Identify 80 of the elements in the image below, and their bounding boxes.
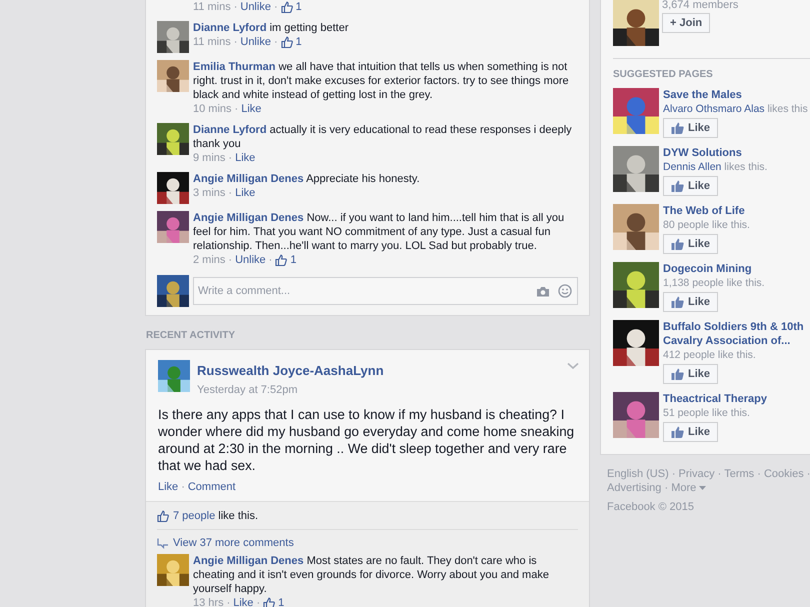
like-button[interactable]: Like [663,176,718,196]
like-count[interactable]: 1 [296,35,302,49]
comment-text: Angie Milligan Denes Most states are no fault. They don't care who is cheating and it isn't even grounds for divorce. Worry about you and make yourself happy. [193,554,550,596]
comment-time: 9 mins [193,151,226,165]
separator: · [228,151,232,165]
separator: · [228,186,232,200]
like-button[interactable]: Like [663,292,718,312]
separator: · [806,468,810,480]
comment-text: Dianne Lyford im getting better [193,21,350,35]
likes-summary: 7 people like this. [173,510,258,522]
separator: · [181,481,185,493]
comment-time: 3 mins [193,186,226,200]
comment-link[interactable]: Comment [188,481,236,493]
separator: · [256,596,260,607]
join-button[interactable]: + Join [662,13,710,33]
like-count[interactable]: 1 [290,253,296,267]
comment-author[interactable]: Angie Milligan Denes [193,555,304,567]
separator: · [234,35,238,49]
member-count: 3,674 members [662,0,738,11]
like-link[interactable]: Like [233,596,254,607]
separator: · [274,0,278,14]
comment-author[interactable]: Angie Milligan Denes [193,212,304,224]
page-name[interactable]: The Web of Life [663,204,810,218]
comment-author[interactable]: Emilia Thurman [193,61,276,73]
separator: · [228,253,232,267]
post-author[interactable]: Russwealth Joyce-AashaLynn [197,363,384,378]
page-likes: 412 people like this. [663,349,757,361]
like-link[interactable]: Like [235,151,256,165]
comment-author[interactable]: Dianne Lyford [193,124,267,136]
like-button[interactable]: Like [663,422,718,442]
comment-text: Emilia Thurman we all have that intuition that tells us when something is not right. trust in it, don't make excuses for exterior factors. try to see things more black and white instead of getting lost in the grey. [193,60,570,102]
like-link[interactable]: Like [241,102,262,116]
comment-time: 2 mins [193,253,226,267]
page-name[interactable]: DYW Solutions [663,146,810,160]
like-count[interactable]: 1 [296,0,302,14]
comment-field[interactable]: Write a comment... [193,277,578,305]
comment-time: 13 hrs [193,596,224,607]
separator: · [672,468,676,480]
copyright: Facebook © 2015 [607,500,695,514]
page-likes: 1,138 people like this. [663,277,766,289]
section-title: SUGGESTED PAGES [613,69,713,80]
comment-author[interactable]: Dianne Lyford [193,22,267,34]
like-button[interactable]: Like [663,364,718,384]
section-title: RECENT ACTIVITY [146,330,236,341]
separator: · [268,253,272,267]
view-more-link[interactable]: View 37 more comments [173,537,294,549]
like-button[interactable]: Like [663,118,718,138]
page-likes: 80 people like this. [663,219,751,231]
post-text: Is there any apps that I can use to know if my husband is cheating? I wonder where did my husband go everyday and come home sneaking around at 2:30 in the morning .. We did't sleep together and very rare that we had sex. [158,406,576,474]
page-likes: Alvaro Othsmaro Alas likes this [663,103,809,115]
people-link[interactable]: 7 people [173,510,216,522]
separator: · [718,468,722,480]
like-count[interactable]: 1 [278,596,284,607]
separator: · [757,468,761,480]
separator: · [274,35,278,49]
comment-time: 10 mins [193,102,232,116]
comment-text: Angie Milligan Denes Appreciate his honesty. [193,172,421,186]
page-name[interactable]: Buffalo Soldiers 9th & 10th Cavalry Association of... [663,320,810,348]
separator: · [226,596,230,607]
unlike-link[interactable]: Unlike [240,35,271,49]
unlike-link[interactable]: Unlike [240,0,271,14]
separator: · [664,482,668,494]
page-name[interactable]: Save the Males [663,88,810,102]
page-name[interactable]: Theactrical Therapy [663,392,810,406]
separator: · [234,102,238,116]
comment-time: 11 mins [193,35,231,49]
like-button[interactable]: Like [663,234,718,254]
comment-text: Angie Milligan Denes Now... if you want to land him....tell him that is all you feel for him. That you want NO commitment of any type. Just a casual fun relationship. Then...he'll want to marry you. LOL Sad but probably true. [193,211,566,253]
comment-text: Dianne Lyford actually it is very educational to read these responses i deeply thank you [193,123,573,151]
page-likes: 51 people like this. [663,407,751,419]
like-link[interactable]: Like [235,186,256,200]
separator: · [234,0,238,14]
friend-link[interactable]: Alvaro Othsmaro Alas [663,103,765,115]
friend-link[interactable]: Dennis Allen [663,161,722,173]
comment-time: 11 mins [193,0,231,14]
unlike-link[interactable]: Unlike [235,253,266,267]
page-likes: Dennis Allen likes this. [663,161,768,173]
like-link[interactable]: Like [158,481,178,493]
comment-author[interactable]: Angie Milligan Denes [193,173,304,185]
page-name[interactable]: Dogecoin Mining [663,262,810,276]
